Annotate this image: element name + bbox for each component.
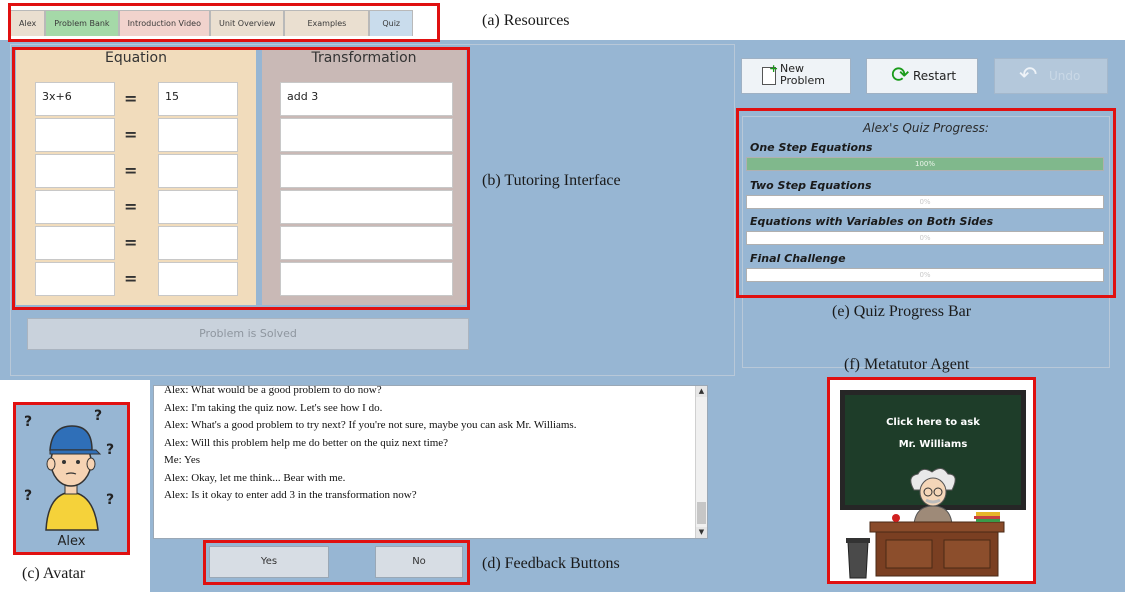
chat-message: Alex: What would be a good problem to do…	[164, 385, 382, 396]
chat-message: Alex: I'm taking the quiz now. Let's see…	[164, 401, 383, 414]
quiz-progress-annotation: (e) Quiz Progress Bar	[832, 303, 972, 320]
resources-highlight	[8, 3, 440, 42]
quiz-progress-highlight	[736, 108, 1116, 298]
new-problem-button[interactable]: + New Problem	[741, 58, 851, 94]
new-problem-label: New Problem	[780, 62, 825, 87]
agent-highlight	[827, 377, 1036, 584]
chat-message: Alex: Is it okay to enter add 3 in the t…	[164, 489, 417, 501]
problem-solved-button[interactable]: Problem is Solved	[27, 318, 469, 350]
feedback-highlight	[203, 540, 470, 585]
tutoring-annotation: (b) Tutoring Interface	[482, 172, 621, 189]
scroll-up-icon[interactable]: ▲	[696, 386, 707, 397]
chat-log[interactable]: Alex: What would be a good problem to do…	[153, 385, 708, 539]
chat-scrollbar[interactable]: ▲ ▼	[695, 386, 707, 538]
chat-message: Alex: Will this problem help me do bette…	[164, 436, 449, 449]
undo-icon: ↶	[1019, 63, 1038, 88]
chat-message: Alex: Okay, let me think... Bear with me…	[164, 471, 346, 484]
chat-lines: Alex: What would be a good problem to do…	[164, 385, 694, 505]
tutoring-highlight	[12, 47, 470, 310]
new-problem-icon: +	[762, 62, 778, 85]
chat-message: Me: Yes	[164, 454, 201, 466]
agent-annotation: (f) Metatutor Agent	[844, 356, 970, 373]
undo-button[interactable]: ↶ Undo	[994, 58, 1108, 94]
restart-label: Restart	[913, 69, 957, 83]
chat-message: Alex: What's a good problem to try next?…	[164, 419, 577, 431]
avatar-annotation: (c) Avatar	[22, 565, 86, 582]
scroll-thumb[interactable]	[697, 502, 706, 524]
restart-icon: ⟳	[891, 63, 910, 88]
scroll-down-icon[interactable]: ▼	[696, 527, 707, 538]
undo-label: Undo	[1049, 69, 1081, 83]
restart-button[interactable]: ⟳ Restart	[866, 58, 978, 94]
avatar-highlight	[13, 402, 130, 555]
resources-annotation: (a) Resources	[482, 12, 570, 29]
feedback-annotation: (d) Feedback Buttons	[482, 555, 620, 572]
